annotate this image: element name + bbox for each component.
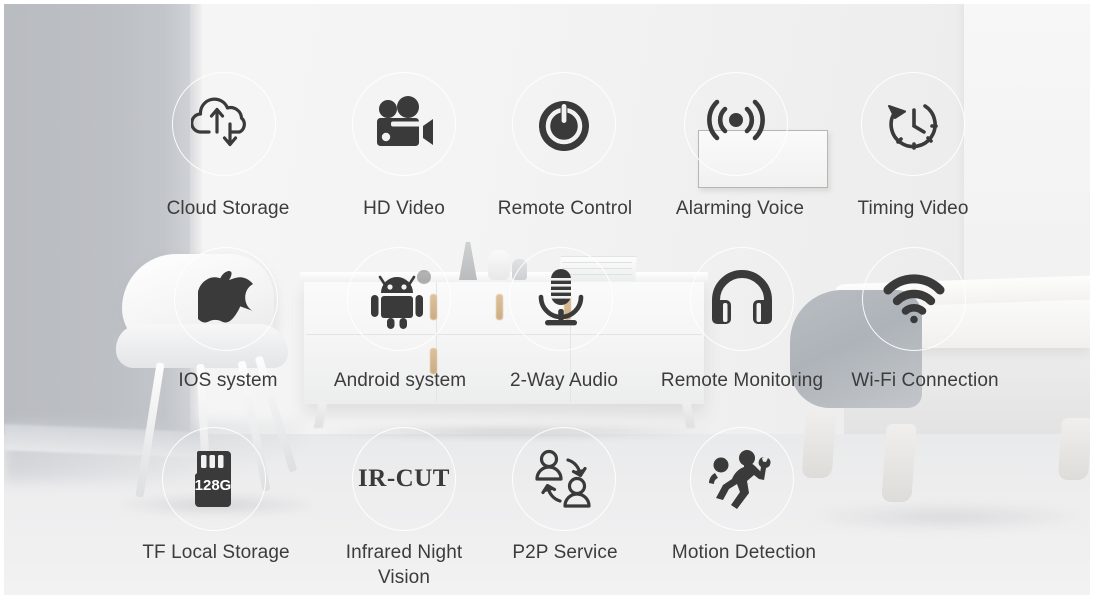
feature-label: Android system: [333, 370, 467, 391]
apple-logo-icon: [174, 247, 278, 351]
feature-label: Cloud Storage: [166, 198, 290, 219]
feature-label: Remote Monitoring: [660, 370, 824, 391]
feature-label: Remote Control: [497, 198, 633, 219]
feature-label: Timing Video: [857, 198, 969, 219]
infographic-scene: Cloud Storage HD Video Remote Control Al…: [4, 4, 1090, 595]
wifi-icon: [862, 247, 966, 351]
microphone-icon: [509, 247, 613, 351]
clock-rotate-icon: [861, 72, 965, 176]
infographic-stage: Cloud Storage HD Video Remote Control Al…: [0, 0, 1094, 599]
feature-label: IOS system: [178, 370, 278, 391]
feature-label: Infrared Night Vision: [345, 542, 463, 588]
feature-grid: Cloud Storage HD Video Remote Control Al…: [4, 4, 1090, 595]
feature-label: P2P Service: [512, 542, 618, 563]
feature-label: Wi-Fi Connection: [851, 370, 999, 391]
peer-to-peer-icon: [512, 427, 616, 531]
siren-broadcast-icon: [684, 72, 788, 176]
power-button-icon: [512, 72, 616, 176]
android-robot-icon: [347, 247, 451, 351]
feature-label: Alarming Voice: [675, 198, 805, 219]
running-intruder-icon: [690, 427, 794, 531]
feature-label: TF Local Storage: [142, 542, 290, 563]
headphones-icon: [690, 247, 794, 351]
memory-card-capacity: 128G: [195, 477, 232, 494]
feature-label: HD Video: [363, 198, 445, 219]
ir-cut-badge-label: IR-CUT: [358, 465, 450, 492]
cloud-upload-download-icon: [172, 72, 276, 176]
feature-label: Motion Detection: [671, 542, 817, 563]
movie-camera-icon: [352, 72, 456, 176]
ir-cut-text-icon: IR-CUT: [352, 427, 456, 531]
memory-card-icon: 128G: [162, 427, 266, 531]
feature-label: 2-Way Audio: [509, 370, 619, 391]
